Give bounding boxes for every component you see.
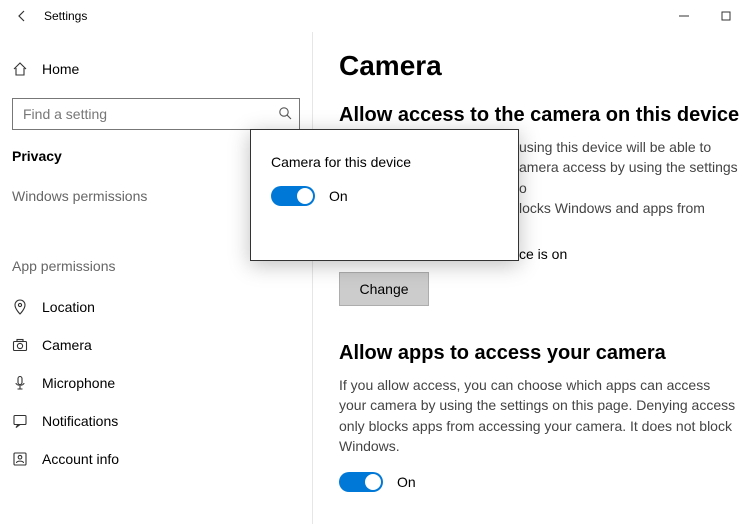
sidebar-item-notifications[interactable]: Notifications (0, 402, 312, 440)
sidebar-item-camera[interactable]: Camera (0, 326, 312, 364)
home-nav[interactable]: Home (0, 50, 312, 88)
apps-access-toggle[interactable] (339, 472, 383, 492)
sidebar-item-account-info[interactable]: Account info (0, 440, 312, 478)
device-camera-toggle[interactable] (271, 186, 315, 206)
content-pane: Camera Allow access to the camera on thi… (313, 32, 755, 524)
minimize-icon (678, 10, 690, 22)
sidebar-item-microphone[interactable]: Microphone (0, 364, 312, 402)
home-label: Home (42, 61, 79, 77)
change-button[interactable]: Change (339, 272, 429, 306)
account-info-icon (12, 451, 28, 467)
sidebar-item-label: Location (42, 299, 95, 315)
sidebar-item-label: Camera (42, 337, 92, 353)
camera-device-popup: Camera for this device On (250, 129, 519, 261)
popup-title: Camera for this device (271, 154, 498, 170)
maximize-icon (721, 11, 731, 21)
camera-icon (12, 337, 28, 353)
back-button[interactable] (8, 9, 36, 23)
toggle-knob (365, 474, 381, 490)
microphone-icon (12, 375, 28, 391)
notifications-icon (12, 413, 28, 429)
section1-body-line: locks Windows and apps from (519, 198, 739, 218)
apps-access-toggle-label: On (397, 474, 416, 490)
sidebar-item-label: Microphone (42, 375, 115, 391)
section1-body-line: amera access by using the settings o (519, 157, 739, 198)
home-icon (12, 61, 28, 77)
page-title: Camera (339, 50, 755, 82)
arrow-left-icon (15, 9, 29, 23)
search-icon (278, 106, 292, 120)
section1-body-line: using this device will be able to (519, 137, 739, 157)
section1-heading: Allow access to the camera on this devic… (339, 104, 755, 127)
search-input[interactable] (12, 98, 300, 130)
sidebar: Home Privacy Windows permissions App per… (0, 32, 313, 524)
section2-body: If you allow access, you can choose whic… (339, 375, 739, 456)
maximize-button[interactable] (705, 2, 747, 30)
section1-status-text: ce is on (519, 246, 567, 262)
minimize-button[interactable] (663, 2, 705, 30)
sidebar-item-label: Notifications (42, 413, 118, 429)
device-camera-toggle-label: On (329, 188, 348, 204)
sidebar-item-label: Account info (42, 451, 119, 467)
sidebar-item-location[interactable]: Location (0, 288, 312, 326)
section2-heading: Allow apps to access your camera (339, 342, 755, 365)
location-icon (12, 299, 28, 315)
window-title: Settings (44, 9, 87, 23)
titlebar: Settings (0, 0, 755, 32)
toggle-knob (297, 188, 313, 204)
